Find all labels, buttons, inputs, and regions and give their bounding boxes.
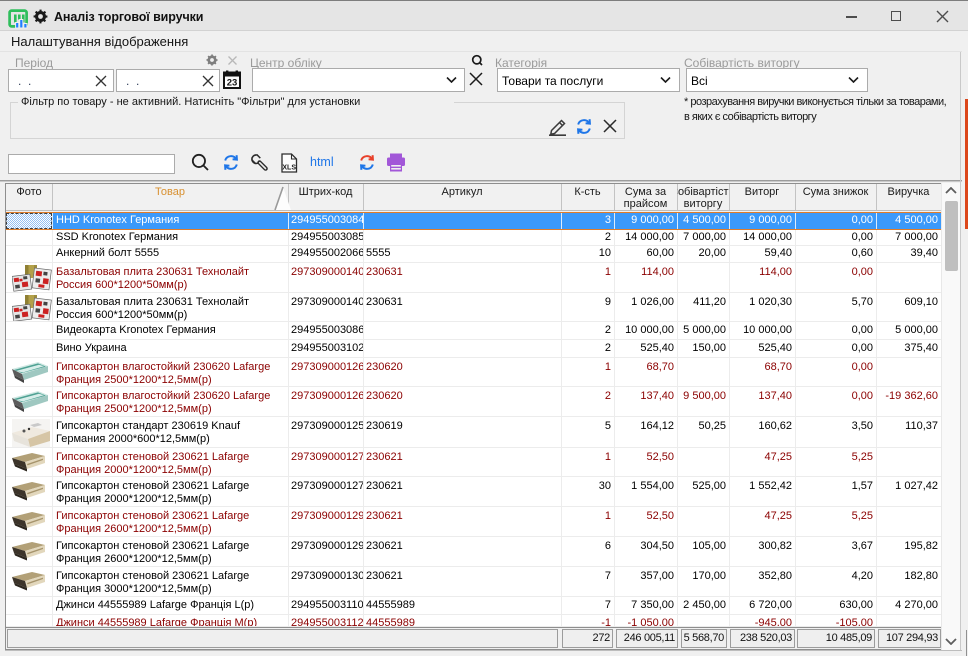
svg-text:XLS: XLS	[282, 165, 296, 172]
svg-text:23: 23	[227, 78, 238, 89]
